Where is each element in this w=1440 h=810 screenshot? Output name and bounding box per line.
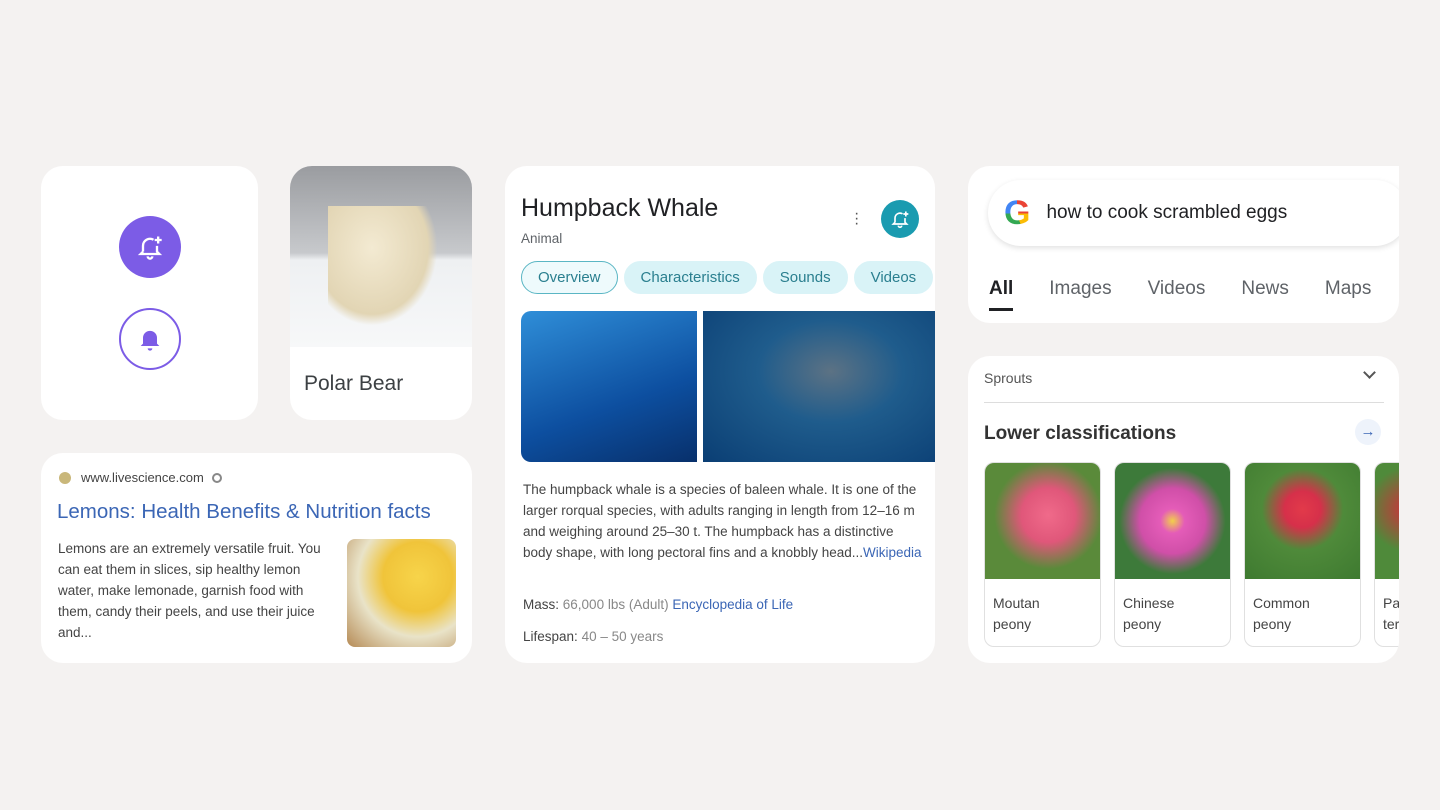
divider — [984, 402, 1384, 403]
follow-card — [41, 166, 258, 420]
flower-image — [1245, 463, 1360, 579]
whale-image-1[interactable] — [521, 311, 697, 462]
mass-label: Mass: — [523, 597, 560, 612]
whale-image-2[interactable] — [703, 311, 935, 462]
chip-characteristics[interactable]: Characteristics — [623, 261, 757, 294]
lemon-image — [347, 539, 456, 647]
item-label: peony — [1123, 616, 1162, 632]
site-url[interactable]: www.livescience.com — [81, 470, 204, 485]
lifespan-label: Lifespan: — [523, 629, 578, 644]
panel-subtitle: Animal — [521, 231, 563, 246]
bell-icon[interactable] — [119, 308, 181, 370]
chip-videos[interactable]: Videos — [853, 261, 934, 294]
mass-value: 66,000 lbs (Adult) — [562, 597, 669, 612]
list-item[interactable]: Moutan peony — [984, 462, 1101, 647]
tab-all[interactable]: All — [989, 278, 1014, 311]
knowledge-panel-card: Humpback Whale Animal · · · Overview Charac… — [505, 166, 935, 663]
result-title[interactable]: Lemons: Health Benefits & Nutrition fact… — [57, 500, 431, 524]
google-logo-icon: G — [1004, 193, 1031, 232]
item-label: peony — [993, 616, 1032, 632]
sprouts-header[interactable]: Sprouts — [984, 370, 1032, 386]
bell-plus-icon[interactable] — [119, 216, 181, 278]
item-label: peony — [1253, 616, 1292, 632]
chevron-down-icon[interactable] — [1363, 366, 1376, 379]
tab-news[interactable]: News — [1241, 278, 1289, 300]
item-label: Moutan — [993, 595, 1040, 611]
wikipedia-link[interactable]: Wikipedia — [863, 545, 922, 560]
chip-row: Overview Characteristics Sounds Videos — [521, 261, 935, 294]
item-label: ter — [1383, 616, 1399, 632]
chip-overview[interactable]: Overview — [521, 261, 618, 294]
section-title: Lower classifications — [984, 423, 1177, 444]
polar-bear-image — [290, 166, 472, 347]
chip-sounds[interactable]: Sounds — [762, 261, 848, 294]
list-item[interactable]: Pa ter — [1374, 462, 1399, 647]
flower-image — [1375, 463, 1399, 579]
result-snippet: Lemons are an extremely versatile fruit.… — [58, 541, 321, 640]
search-result-card[interactable]: www.livescience.com Lemons: Health Benef… — [41, 453, 472, 663]
more-options-icon[interactable]: · · · — [854, 206, 859, 232]
tab-images[interactable]: Images — [1049, 278, 1111, 300]
arrow-right-icon[interactable]: → — [1355, 419, 1381, 445]
search-query[interactable]: how to cook scrambled eggs — [1046, 202, 1287, 224]
site-favicon-icon — [59, 471, 71, 484]
tab-maps[interactable]: Maps — [1325, 278, 1371, 300]
polar-bear-label: Polar Bear — [304, 372, 404, 395]
whale-description: The humpback whale is a species of balee… — [523, 482, 917, 560]
info-icon[interactable] — [211, 472, 222, 483]
polar-bear-card[interactable]: Polar Bear — [290, 166, 472, 420]
follow-bell-icon[interactable] — [881, 200, 919, 238]
item-label: Common — [1253, 595, 1310, 611]
flower-image — [985, 463, 1100, 579]
list-item[interactable]: Common peony — [1244, 462, 1361, 647]
item-label: Pa — [1383, 595, 1399, 611]
search-card: G how to cook scrambled eggs All Images Vi… — [968, 166, 1399, 323]
classifications-card: Sprouts Lower classifications → Moutan pe… — [968, 356, 1399, 663]
panel-title: Humpback Whale — [521, 194, 719, 222]
search-tabs: All Images Videos News Maps — [989, 278, 1399, 311]
search-box[interactable]: G how to cook scrambled eggs — [988, 180, 1399, 246]
flower-image — [1115, 463, 1230, 579]
tab-videos[interactable]: Videos — [1148, 278, 1206, 300]
item-label: Chinese — [1123, 595, 1175, 611]
eol-link[interactable]: Encyclopedia of Life — [672, 597, 793, 612]
list-item[interactable]: Chinese peony — [1114, 462, 1231, 647]
lifespan-value: 40 – 50 years — [581, 629, 664, 644]
